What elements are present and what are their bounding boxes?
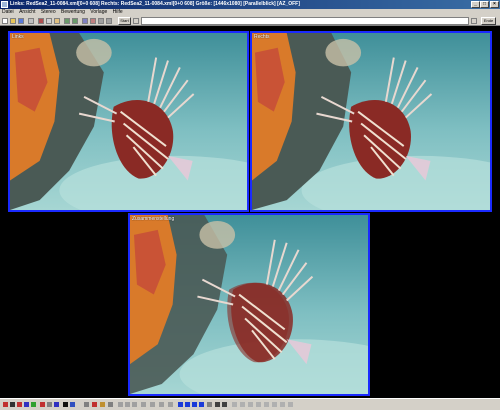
swap-icon[interactable]	[100, 402, 105, 407]
window-title: Links: RedSea2_11-0084.xml[0+0 608] Rech…	[10, 1, 300, 7]
lionfish-photo-left	[10, 33, 247, 210]
gray-icon[interactable]	[47, 402, 52, 407]
anaglyph-red-icon[interactable]	[17, 402, 22, 407]
settings-icon[interactable]	[98, 18, 104, 24]
cut-icon[interactable]	[38, 18, 44, 24]
red-channel-icon[interactable]	[3, 402, 8, 407]
position-slider[interactable]	[141, 17, 469, 25]
status-icon-3[interactable]	[248, 402, 253, 407]
status-icon-5[interactable]	[264, 402, 269, 407]
frame-3-icon[interactable]	[132, 402, 137, 407]
title-bar: Links: RedSea2_11-0084.xml[0+0 608] Rech…	[0, 0, 500, 9]
right-view[interactable]: Rechts	[250, 31, 492, 212]
menu-hilfe[interactable]: Hilfe	[111, 9, 125, 16]
maximize-button[interactable]: □	[480, 1, 489, 8]
status-icon-6[interactable]	[272, 402, 277, 407]
menu-bar: Datei Ansicht Stereo Bewertung Vorlage H…	[0, 9, 500, 16]
end-button[interactable]: Ende	[481, 17, 496, 25]
cross-view-icon[interactable]	[70, 402, 75, 407]
anaglyph-blue-icon[interactable]	[24, 402, 29, 407]
status-icon-7[interactable]	[280, 402, 285, 407]
crop-icon[interactable]	[92, 402, 97, 407]
anaglyph-icon[interactable]	[90, 18, 96, 24]
image-stage: Links Rechts Zusammenstellung	[0, 26, 500, 398]
rotate-icon[interactable]	[108, 402, 113, 407]
left-view-label: Links	[12, 34, 24, 40]
lionfish-photo-right	[252, 33, 490, 210]
status-icon-8[interactable]	[288, 402, 293, 407]
arrow-down-icon[interactable]	[185, 402, 190, 407]
zoom-out-icon[interactable]	[222, 402, 227, 407]
redo-icon[interactable]	[72, 18, 78, 24]
frame-1-icon[interactable]	[118, 402, 123, 407]
menu-datei[interactable]: Datei	[0, 9, 16, 16]
toolbar: Start Ende	[0, 16, 500, 26]
status-icon-2[interactable]	[240, 402, 245, 407]
minimize-button[interactable]: _	[471, 1, 480, 8]
undo-icon[interactable]	[64, 18, 70, 24]
open-folder-icon[interactable]	[10, 18, 16, 24]
start-button[interactable]: Start	[118, 17, 131, 25]
save-icon[interactable]	[18, 18, 24, 24]
color-red-icon[interactable]	[40, 402, 45, 407]
center-icon[interactable]	[207, 402, 212, 407]
app-icon	[1, 1, 8, 8]
mono-icon[interactable]	[10, 402, 15, 407]
frame-7-icon[interactable]	[168, 402, 173, 407]
arrow-right-icon[interactable]	[199, 402, 204, 407]
frame-5-icon[interactable]	[150, 402, 155, 407]
next-icon[interactable]	[471, 18, 477, 24]
align-icon[interactable]	[84, 402, 89, 407]
anaglyph-green-icon[interactable]	[31, 402, 36, 407]
print-icon[interactable]	[28, 18, 34, 24]
prev-icon[interactable]	[133, 18, 139, 24]
copy-icon[interactable]	[46, 18, 52, 24]
side-by-side-icon[interactable]	[63, 402, 68, 407]
menu-stereo[interactable]: Stereo	[39, 9, 58, 16]
lionfish-photo-combined	[130, 215, 368, 394]
zoom-in-icon[interactable]	[215, 402, 220, 407]
menu-vorlage[interactable]: Vorlage	[88, 9, 109, 16]
frame-2-icon[interactable]	[125, 402, 130, 407]
new-icon[interactable]	[2, 18, 8, 24]
paste-icon[interactable]	[54, 18, 60, 24]
zoom-icon[interactable]	[106, 18, 112, 24]
arrow-left-icon[interactable]	[192, 402, 197, 407]
close-button[interactable]: ×	[490, 1, 499, 8]
menu-ansicht[interactable]: Ansicht	[17, 9, 37, 16]
menu-bewertung[interactable]: Bewertung	[59, 9, 87, 16]
frame-6-icon[interactable]	[159, 402, 164, 407]
frame-4-icon[interactable]	[141, 402, 146, 407]
bottom-toolbar	[0, 398, 500, 410]
stereo-icon[interactable]	[82, 18, 88, 24]
status-icon-4[interactable]	[256, 402, 261, 407]
right-view-label: Rechts	[254, 34, 270, 40]
combined-view[interactable]: Zusammenstellung	[128, 213, 370, 396]
arrow-up-icon[interactable]	[178, 402, 183, 407]
combined-view-label: Zusammenstellung	[132, 216, 175, 222]
status-icon-1[interactable]	[232, 402, 237, 407]
color-blue-icon[interactable]	[54, 402, 59, 407]
left-view[interactable]: Links	[8, 31, 249, 212]
